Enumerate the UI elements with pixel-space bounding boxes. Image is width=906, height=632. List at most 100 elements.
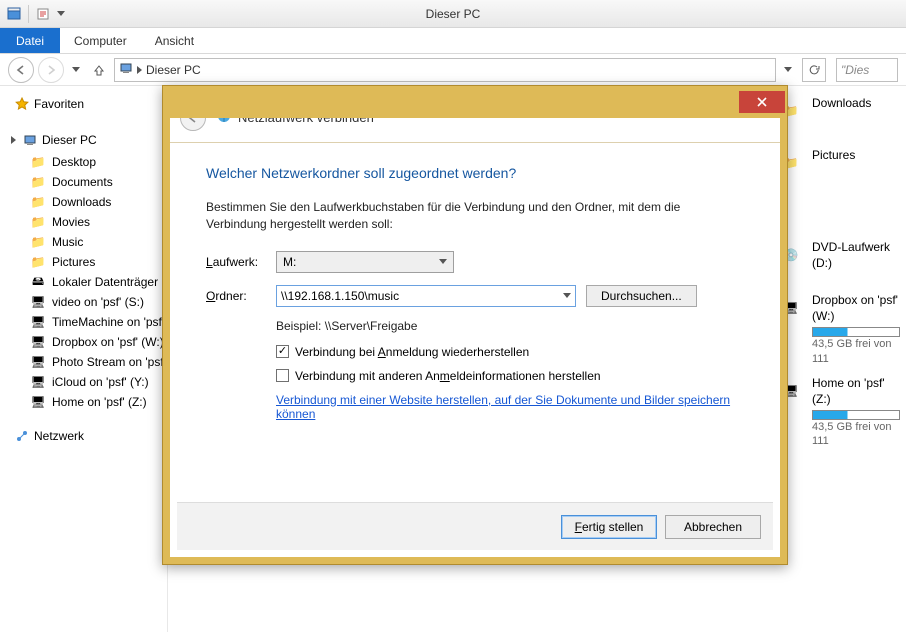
reconnect-label: Verbindung bei Anmeldung wiederherstelle… <box>295 345 529 359</box>
file-menu[interactable]: Datei <box>0 28 60 53</box>
sidebar-item-netdrive[interactable]: 🖥video on 'psf' (S:) <box>4 292 163 312</box>
sidebar-item-label: Music <box>52 235 83 249</box>
pc-icon <box>119 61 133 78</box>
address-segment[interactable]: Dieser PC <box>146 63 201 77</box>
folder-label: Ordner: <box>206 289 266 303</box>
sidebar-item-label: TimeMachine on 'psf' <box>52 315 163 329</box>
sidebar-item-desktop[interactable]: 📁 Desktop <box>4 152 163 172</box>
sidebar-item-label: Pictures <box>52 255 95 269</box>
up-button[interactable] <box>88 59 110 81</box>
item-freespace: 43,5 GB frei von 111 <box>812 420 900 449</box>
sidebar-item-documents[interactable]: 📁Documents <box>4 172 163 192</box>
folder-icon: 📁 <box>30 214 46 230</box>
chevron-down-icon <box>439 259 447 264</box>
capacity-bar <box>812 410 900 420</box>
history-dropdown-icon[interactable] <box>68 58 84 82</box>
qat-separator <box>28 5 29 23</box>
drive-value: M: <box>283 255 296 269</box>
map-network-drive-dialog: Netzlaufwerk verbinden Welcher Netzwerko… <box>162 85 788 565</box>
sidebar-item-movies[interactable]: 📁 Movies <box>4 212 163 232</box>
reconnect-checkbox-row[interactable]: Verbindung bei Anmeldung wiederherstelle… <box>276 345 744 359</box>
sidebar-network-label: Netzwerk <box>34 429 84 443</box>
properties-icon[interactable] <box>35 6 51 22</box>
item-home-drive[interactable]: 🖥 Home on 'psf' (Z:) 43,5 GB frei von 11… <box>776 376 900 449</box>
dialog-description: Bestimmen Sie den Laufwerkbuchstaben für… <box>206 199 744 233</box>
sidebar-item-label: Home on 'psf' (Z:) <box>52 395 147 409</box>
sidebar-item-music[interactable]: 📁Music <box>4 232 163 252</box>
sidebar-item-netdrive[interactable]: 🖥 iCloud on 'psf' (Y:) <box>4 372 163 392</box>
sidebar-favorites[interactable]: Favoriten <box>4 94 163 116</box>
drive-icon: 🖴 <box>30 274 46 290</box>
network-icon <box>14 428 30 444</box>
window-title: Dieser PC <box>0 7 906 21</box>
item-dropbox-drive[interactable]: 🖥 Dropbox on 'psf' (W:) 43,5 GB frei von… <box>776 293 900 366</box>
folder-icon: 📁 <box>30 254 46 270</box>
finish-button[interactable]: Fertig stellen <box>561 515 657 539</box>
item-label: DVD-Laufwerk (D:) <box>812 240 900 271</box>
netdrive-icon: 🖥 <box>30 334 46 350</box>
sidebar-item-label: Desktop <box>52 155 96 169</box>
dialog-heading: Welcher Netzwerkordner soll zugeordnet w… <box>206 165 744 181</box>
pc-icon <box>22 132 38 148</box>
close-button[interactable] <box>739 91 785 113</box>
netdrive-icon: 🖥 <box>30 374 46 390</box>
address-bar[interactable]: Dieser PC <box>114 58 776 82</box>
item-freespace: 43,5 GB frei von 111 <box>812 337 900 366</box>
folder-icon: 📁 <box>30 174 46 190</box>
sidebar-item-label: Downloads <box>52 195 111 209</box>
star-icon <box>14 96 30 112</box>
dialog-body: Welcher Netzwerkordner soll zugeordnet w… <box>170 143 780 429</box>
browse-button[interactable]: Durchsuchen... <box>586 285 697 307</box>
sidebar-item-label: Movies <box>52 215 90 229</box>
sidebar-item-netdrive[interactable]: 🖥Photo Stream on 'psf' <box>4 352 163 372</box>
sidebar-item-pictures[interactable]: 📁 Pictures <box>4 252 163 272</box>
folder-input[interactable] <box>281 289 563 303</box>
app-icon <box>6 6 22 22</box>
sidebar-item-localdisk[interactable]: 🖴Lokaler Datenträger <box>4 272 163 292</box>
diffcreds-label: Verbindung mit anderen Anmeldeinformatio… <box>295 369 601 383</box>
folder-icon: 📁 <box>30 194 46 210</box>
forward-button[interactable] <box>38 57 64 83</box>
item-label: Downloads <box>812 96 871 112</box>
sidebar-network[interactable]: Netzwerk <box>4 426 163 448</box>
sidebar-item-label: Dropbox on 'psf' (W:) <box>52 335 163 349</box>
drive-label: Laufwerk: <box>206 255 266 269</box>
sidebar-thispc-label: Dieser PC <box>42 133 97 147</box>
refresh-button[interactable] <box>802 58 826 82</box>
folder-combo[interactable] <box>276 285 576 307</box>
dialog-footer: Fertig stellen Abbrechen <box>177 502 773 550</box>
sidebar-item-downloads[interactable]: 📁 Downloads <box>4 192 163 212</box>
website-link[interactable]: Verbindung mit einer Website herstellen,… <box>276 393 730 421</box>
sidebar-item-label: Photo Stream on 'psf' <box>52 355 163 369</box>
item-pictures[interactable]: 📁 Pictures <box>776 148 900 178</box>
dialog-titlebar <box>163 86 787 118</box>
sidebar-item-netdrive[interactable]: 🖥 Home on 'psf' (Z:) <box>4 392 163 412</box>
netdrive-icon: 🖥 <box>30 394 46 410</box>
drive-select[interactable]: M: <box>276 251 454 273</box>
sidebar-favorites-label: Favoriten <box>34 97 84 111</box>
diffcreds-checkbox-row[interactable]: Verbindung mit anderen Anmeldeinformatio… <box>276 369 744 383</box>
checkbox-icon[interactable] <box>276 369 289 382</box>
back-button[interactable] <box>8 57 34 83</box>
cancel-button[interactable]: Abbrechen <box>665 515 761 539</box>
sidebar-item-label: video on 'psf' (S:) <box>52 295 144 309</box>
qat-dropdown-icon[interactable] <box>57 11 65 16</box>
item-label: Dropbox on 'psf' (W:) <box>812 293 900 324</box>
tab-view[interactable]: Ansicht <box>141 28 208 53</box>
item-downloads[interactable]: 📁 Downloads <box>776 96 900 126</box>
sidebar-item-label: iCloud on 'psf' (Y:) <box>52 375 149 389</box>
tab-computer[interactable]: Computer <box>60 28 141 53</box>
sidebar-thispc[interactable]: Dieser PC <box>4 130 163 152</box>
checkbox-icon[interactable] <box>276 345 289 358</box>
folder-icon: 📁 <box>30 154 46 170</box>
chevron-down-icon <box>563 293 571 298</box>
sidebar-item-netdrive[interactable]: 🖥TimeMachine on 'psf' <box>4 312 163 332</box>
item-dvd[interactable]: 💿 DVD-Laufwerk (D:) <box>776 240 900 271</box>
search-input[interactable]: "Dies <box>836 58 898 82</box>
address-dropdown-icon[interactable] <box>780 58 796 82</box>
sidebar-item-netdrive[interactable]: 🖥 Dropbox on 'psf' (W:) <box>4 332 163 352</box>
quick-access-toolbar: Dieser PC <box>0 0 906 28</box>
ribbon-tabs: Datei Computer Ansicht <box>0 28 906 54</box>
example-text: Beispiel: \\Server\Freigabe <box>276 319 744 333</box>
content-right-column: 📁 Downloads 📁 Pictures 💿 DVD-Laufwerk (D… <box>776 86 906 471</box>
